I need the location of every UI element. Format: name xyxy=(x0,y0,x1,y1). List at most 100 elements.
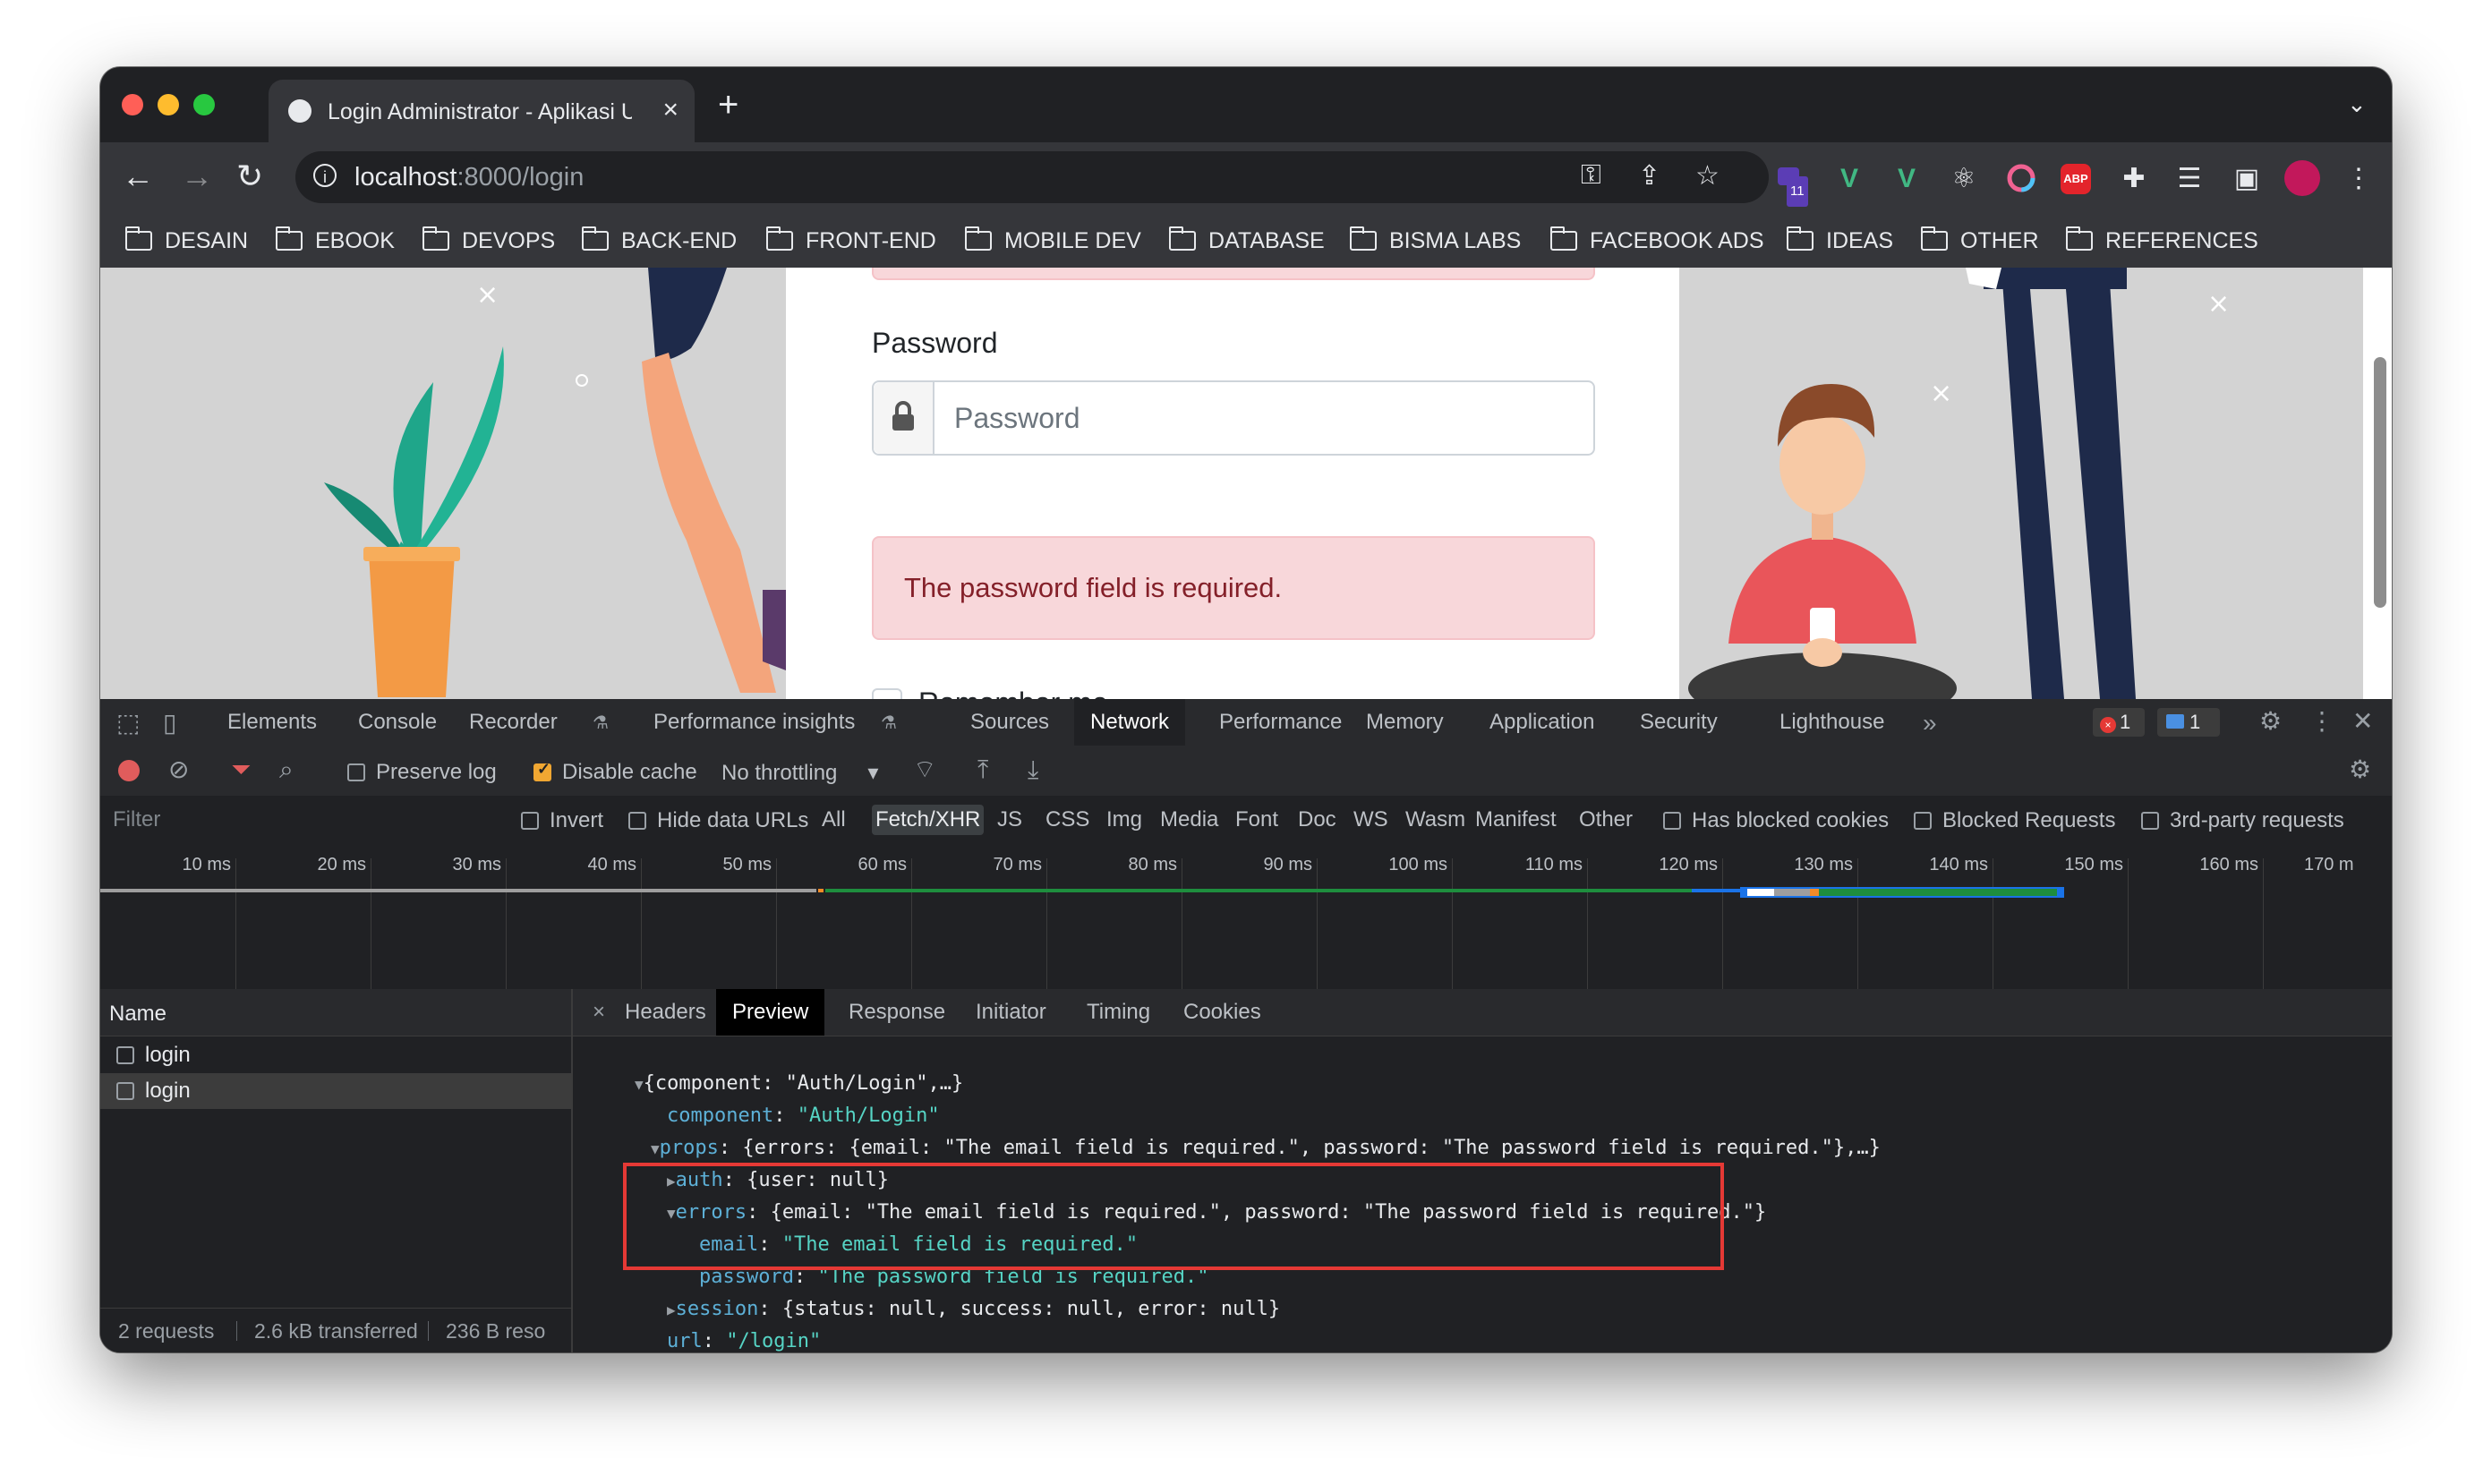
device-toolbar-icon[interactable]: ▯ xyxy=(163,710,176,737)
minimize-window-button[interactable] xyxy=(158,94,179,115)
devtools-close-icon[interactable]: ✕ xyxy=(2352,708,2373,735)
filter-type-wasm[interactable]: Wasm xyxy=(1402,805,1469,835)
filter-type-fetch-xhr[interactable]: Fetch/XHR xyxy=(872,805,985,835)
vue-devtools-alt-icon[interactable]: V xyxy=(1890,164,1923,194)
error-counter[interactable]: × 1 xyxy=(2093,708,2145,737)
password-input[interactable]: Password xyxy=(954,402,1080,435)
more-tabs-icon[interactable]: » xyxy=(1923,710,1937,737)
adblock-plus-icon[interactable]: ABP xyxy=(2061,164,2095,194)
message-counter[interactable]: 1 xyxy=(2157,708,2220,737)
clear-icon[interactable]: ⊘ xyxy=(168,756,189,783)
vue-devtools-icon[interactable]: V xyxy=(1833,164,1865,194)
forward-arrow-icon[interactable]: → xyxy=(181,158,213,194)
filter-input[interactable]: Filter xyxy=(113,805,498,835)
password-input-group[interactable]: Password xyxy=(872,380,1595,456)
bookmark-folder[interactable]: FACEBOOK ADS xyxy=(1550,226,1764,255)
request-row[interactable]: login xyxy=(100,1037,571,1073)
blocked-requests-checkbox[interactable]: Blocked Requests xyxy=(1914,808,2115,833)
close-window-button[interactable] xyxy=(122,94,143,115)
tab-response[interactable]: Response xyxy=(832,989,961,1036)
bookmark-folder[interactable]: MOBILE DEV xyxy=(965,226,1141,255)
tab-preview[interactable]: Preview xyxy=(716,989,825,1036)
tab-network[interactable]: Network xyxy=(1074,699,1186,746)
network-conditions-icon[interactable]: ⌔ xyxy=(913,756,936,783)
maximize-window-button[interactable] xyxy=(193,94,215,115)
reading-list-icon[interactable]: ☰ xyxy=(2173,164,2206,194)
devtools-settings-gear-icon[interactable]: ⚙ xyxy=(2259,708,2282,735)
export-har-icon[interactable]: ⤓ xyxy=(1028,756,1038,783)
react-devtools-icon[interactable]: ⚛ xyxy=(1948,164,1980,194)
hide-data-urls-checkbox[interactable]: Hide data URLs xyxy=(628,808,808,833)
hide-data-urls-box[interactable] xyxy=(628,812,646,830)
share-icon[interactable]: ⇪ xyxy=(1638,160,1660,192)
filter-funnel-icon[interactable]: ⏷ xyxy=(231,756,251,783)
invert-checkbox[interactable]: Invert xyxy=(521,808,603,833)
filter-type-manifest[interactable]: Manifest xyxy=(1472,805,1560,835)
side-panel-icon[interactable]: ▣ xyxy=(2231,164,2263,194)
filter-type-img[interactable]: Img xyxy=(1103,805,1146,835)
bookmark-folder[interactable]: BISMA LABS xyxy=(1350,226,1521,255)
disable-cache-checkbox[interactable]: Disable cache xyxy=(533,760,697,785)
blocked-requests-box[interactable] xyxy=(1914,812,1932,830)
bookmark-folder[interactable]: DEVOPS xyxy=(422,226,555,255)
name-column-header[interactable]: Name xyxy=(100,989,571,1036)
tab-performance-insights[interactable]: Performance insights xyxy=(637,699,871,746)
browser-tab[interactable]: Login Administrator - Aplikasi U × xyxy=(269,80,695,142)
filter-type-font[interactable]: Font xyxy=(1232,805,1282,835)
profile-avatar[interactable] xyxy=(2284,160,2324,196)
inspect-element-icon[interactable]: ⬚ xyxy=(116,710,140,737)
tab-initiator[interactable]: Initiator xyxy=(960,989,1063,1036)
throttling-select[interactable]: No throttling ▾ xyxy=(721,760,878,786)
tab-timing[interactable]: Timing xyxy=(1071,989,1166,1036)
disable-cache-box[interactable] xyxy=(533,760,551,781)
filter-type-ws[interactable]: WS xyxy=(1350,805,1392,835)
tab-lighthouse[interactable]: Lighthouse xyxy=(1763,699,1900,746)
tab-application[interactable]: Application xyxy=(1473,699,1610,746)
request-row-checkbox[interactable] xyxy=(116,1046,134,1064)
tab-performance[interactable]: Performance xyxy=(1203,699,1358,746)
tab-security[interactable]: Security xyxy=(1624,699,1734,746)
new-tab-button[interactable]: + xyxy=(718,87,738,123)
has-blocked-cookies-checkbox[interactable]: Has blocked cookies xyxy=(1663,808,1889,833)
remember-me-checkbox[interactable] xyxy=(872,688,902,699)
bookmark-folder[interactable]: EBOOK xyxy=(276,226,395,255)
filter-type-all[interactable]: All xyxy=(818,805,849,835)
bookmark-folder[interactable]: IDEAS xyxy=(1787,226,1893,255)
bookmark-folder[interactable]: OTHER xyxy=(1921,226,2039,255)
tab-console[interactable]: Console xyxy=(342,699,453,746)
site-info-icon[interactable]: i xyxy=(313,164,337,187)
filter-type-other[interactable]: Other xyxy=(1575,805,1636,835)
bookmark-star-icon[interactable]: ☆ xyxy=(1695,160,1720,192)
bookmark-folder[interactable]: BACK-END xyxy=(582,226,737,255)
preserve-log-box[interactable] xyxy=(347,763,365,781)
page-scrollbar[interactable] xyxy=(2374,357,2386,608)
preserve-log-checkbox[interactable]: Preserve log xyxy=(347,760,497,785)
extensions-puzzle-icon[interactable]: ✚ xyxy=(2118,164,2150,194)
bookmark-folder[interactable]: FRONT-END xyxy=(766,226,936,255)
third-party-checkbox[interactable]: 3rd-party requests xyxy=(2141,808,2344,833)
key-icon[interactable]: ⚿ xyxy=(1581,160,1601,191)
search-icon[interactable]: ⌕ xyxy=(279,756,294,783)
import-har-icon[interactable]: ⤒ xyxy=(977,756,988,783)
filter-type-media[interactable]: Media xyxy=(1156,805,1222,835)
record-button[interactable] xyxy=(118,760,140,781)
tab-headers[interactable]: Headers xyxy=(609,989,722,1036)
tab-close-icon[interactable]: × xyxy=(662,94,678,126)
request-row-checkbox[interactable] xyxy=(116,1082,134,1100)
filter-type-doc[interactable]: Doc xyxy=(1294,805,1340,835)
tab-cookies[interactable]: Cookies xyxy=(1167,989,1277,1036)
network-settings-gear-icon[interactable]: ⚙ xyxy=(2349,756,2371,783)
tab-recorder[interactable]: Recorder xyxy=(453,699,574,746)
filter-type-css[interactable]: CSS xyxy=(1042,805,1093,835)
bookmark-folder[interactable]: DATABASE xyxy=(1169,226,1325,255)
has-blocked-cookies-box[interactable] xyxy=(1663,812,1681,830)
bookmark-folder[interactable]: DESAIN xyxy=(125,226,248,255)
tab-search-chevron-icon[interactable]: ⌄ xyxy=(2347,90,2367,118)
tab-memory[interactable]: Memory xyxy=(1350,699,1460,746)
remember-me-label[interactable]: Remember me xyxy=(918,687,1108,699)
request-row-selected[interactable]: login xyxy=(100,1073,571,1109)
tab-elements[interactable]: Elements xyxy=(211,699,333,746)
invert-box[interactable] xyxy=(521,812,539,830)
devtools-menu-icon[interactable]: ⋮ xyxy=(2309,708,2334,735)
reload-icon[interactable]: ↻ xyxy=(236,158,263,194)
